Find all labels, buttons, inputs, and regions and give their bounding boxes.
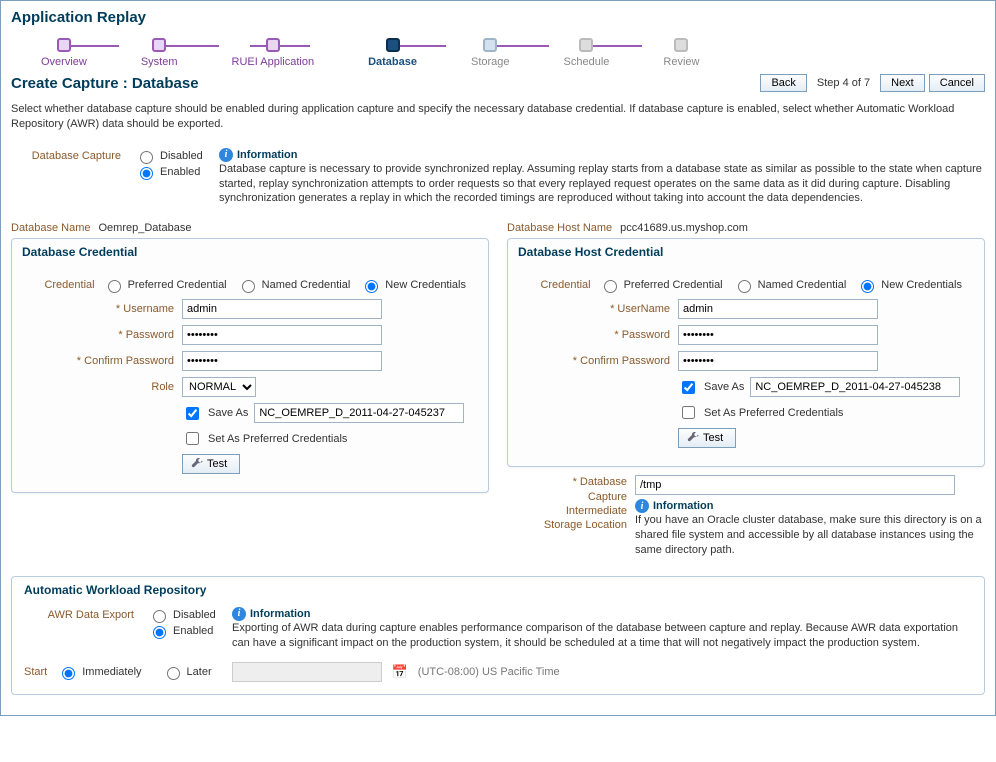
db-name-value: Oemrep_Database — [99, 222, 192, 234]
db-capture-label: Database Capture — [11, 148, 121, 162]
host-confirm-input[interactable] — [678, 351, 878, 371]
page-heading: Create Capture : Database — [11, 75, 199, 92]
db-username-input[interactable] — [182, 299, 382, 319]
host-cred-preferred-radio[interactable]: Preferred Credential — [599, 277, 723, 293]
db-confirm-input[interactable] — [182, 351, 382, 371]
host-password-input[interactable] — [678, 325, 878, 345]
awr-export-label: AWR Data Export — [24, 607, 134, 621]
db-credential-title: Database Credential — [12, 239, 488, 263]
info-icon: i — [232, 607, 246, 621]
info-icon: i — [635, 499, 649, 513]
awr-info-title: Information — [250, 608, 311, 620]
db-capture-info-body: Database capture is necessary to provide… — [219, 162, 985, 207]
awr-start-later-radio[interactable]: Later — [162, 664, 212, 680]
awr-start-label: Start — [24, 666, 47, 678]
db-saveas-input[interactable] — [254, 403, 464, 423]
host-cred-named-radio[interactable]: Named Credential — [733, 277, 847, 293]
host-setpref-label: Set As Preferred Credentials — [704, 407, 843, 419]
storage-info-title: Information — [653, 500, 714, 512]
storage-info-body: If you have an Oracle cluster database, … — [635, 513, 985, 558]
db-capture-disabled-radio[interactable]: Disabled — [135, 148, 205, 164]
db-password-input[interactable] — [182, 325, 382, 345]
db-confirm-label: Confirm Password — [24, 355, 174, 367]
awr-info-body: Exporting of AWR data during capture ena… — [232, 621, 972, 651]
info-icon: i — [219, 148, 233, 162]
host-username-input[interactable] — [678, 299, 878, 319]
awr-title: Automatic Workload Repository — [24, 577, 972, 605]
storage-input[interactable] — [635, 475, 955, 495]
db-test-button[interactable]: Test — [182, 454, 240, 474]
train-step-system[interactable]: System — [141, 38, 178, 68]
host-test-button[interactable]: Test — [678, 428, 736, 448]
host-cred-label: Credential — [520, 279, 591, 291]
db-capture-info-title: Information — [237, 149, 298, 161]
host-confirm-label: Confirm Password — [520, 355, 670, 367]
app-title: Application Replay — [11, 5, 985, 32]
db-role-label: Role — [24, 381, 174, 393]
db-cred-label: Credential — [24, 279, 95, 291]
host-setpref-check[interactable] — [682, 406, 695, 419]
db-credential-panel: Database Credential Credential Preferred… — [11, 238, 489, 493]
wrench-icon — [191, 458, 203, 470]
awr-start-date-input[interactable] — [232, 662, 382, 682]
train-step-database[interactable]: Database — [368, 38, 417, 68]
db-host-value: pcc41689.us.myshop.com — [620, 222, 748, 234]
host-saveas-input[interactable] — [750, 377, 960, 397]
train-step-storage[interactable]: Storage — [471, 38, 510, 68]
next-button[interactable]: Next — [880, 74, 925, 92]
step-indicator: Step 4 of 7 — [811, 77, 876, 89]
db-setpref-label: Set As Preferred Credentials — [208, 433, 347, 445]
train-step-overview[interactable]: Overview — [41, 38, 87, 68]
awr-panel: Automatic Workload Repository AWR Data E… — [11, 576, 985, 696]
db-username-label: Username — [24, 303, 174, 315]
db-setpref-check[interactable] — [186, 432, 199, 445]
awr-start-immediately-radio[interactable]: Immediately — [57, 664, 141, 680]
wizard-train: Overview System RUEI Application Databas… — [11, 32, 985, 72]
intro-text: Select whether database capture should b… — [11, 92, 985, 146]
db-capture-enabled-radio[interactable]: Enabled — [135, 164, 205, 180]
db-saveas-label: Save As — [208, 407, 248, 419]
db-name-label: Database Name — [11, 222, 91, 234]
host-saveas-label: Save As — [704, 381, 744, 393]
host-saveas-check[interactable] — [682, 381, 695, 394]
db-password-label: Password — [24, 329, 174, 341]
host-password-label: Password — [520, 329, 670, 341]
db-saveas-check[interactable] — [186, 407, 199, 420]
host-credential-title: Database Host Credential — [508, 239, 984, 263]
wrench-icon — [687, 432, 699, 444]
train-step-schedule: Schedule — [564, 38, 610, 68]
train-step-ruei[interactable]: RUEI Application — [232, 38, 315, 68]
back-button[interactable]: Back — [760, 74, 806, 92]
db-cred-new-radio[interactable]: New Credentials — [360, 277, 466, 293]
cancel-button[interactable]: Cancel — [929, 74, 985, 92]
awr-disabled-radio[interactable]: Disabled — [148, 607, 218, 623]
train-step-review: Review — [663, 38, 699, 68]
db-cred-preferred-radio[interactable]: Preferred Credential — [103, 277, 227, 293]
host-cred-new-radio[interactable]: New Credentials — [856, 277, 962, 293]
host-credential-panel: Database Host Credential Credential Pref… — [507, 238, 985, 467]
db-role-select[interactable]: NORMAL — [182, 377, 256, 397]
host-username-label: UserName — [520, 303, 670, 315]
awr-enabled-radio[interactable]: Enabled — [148, 623, 218, 639]
calendar-icon[interactable]: 📅 — [392, 664, 408, 680]
db-host-label: Database Host Name — [507, 222, 612, 234]
storage-label: * Database Capture Intermediate Storage … — [507, 475, 627, 558]
db-cred-named-radio[interactable]: Named Credential — [237, 277, 351, 293]
awr-tz: (UTC-08:00) US Pacific Time — [418, 666, 560, 678]
